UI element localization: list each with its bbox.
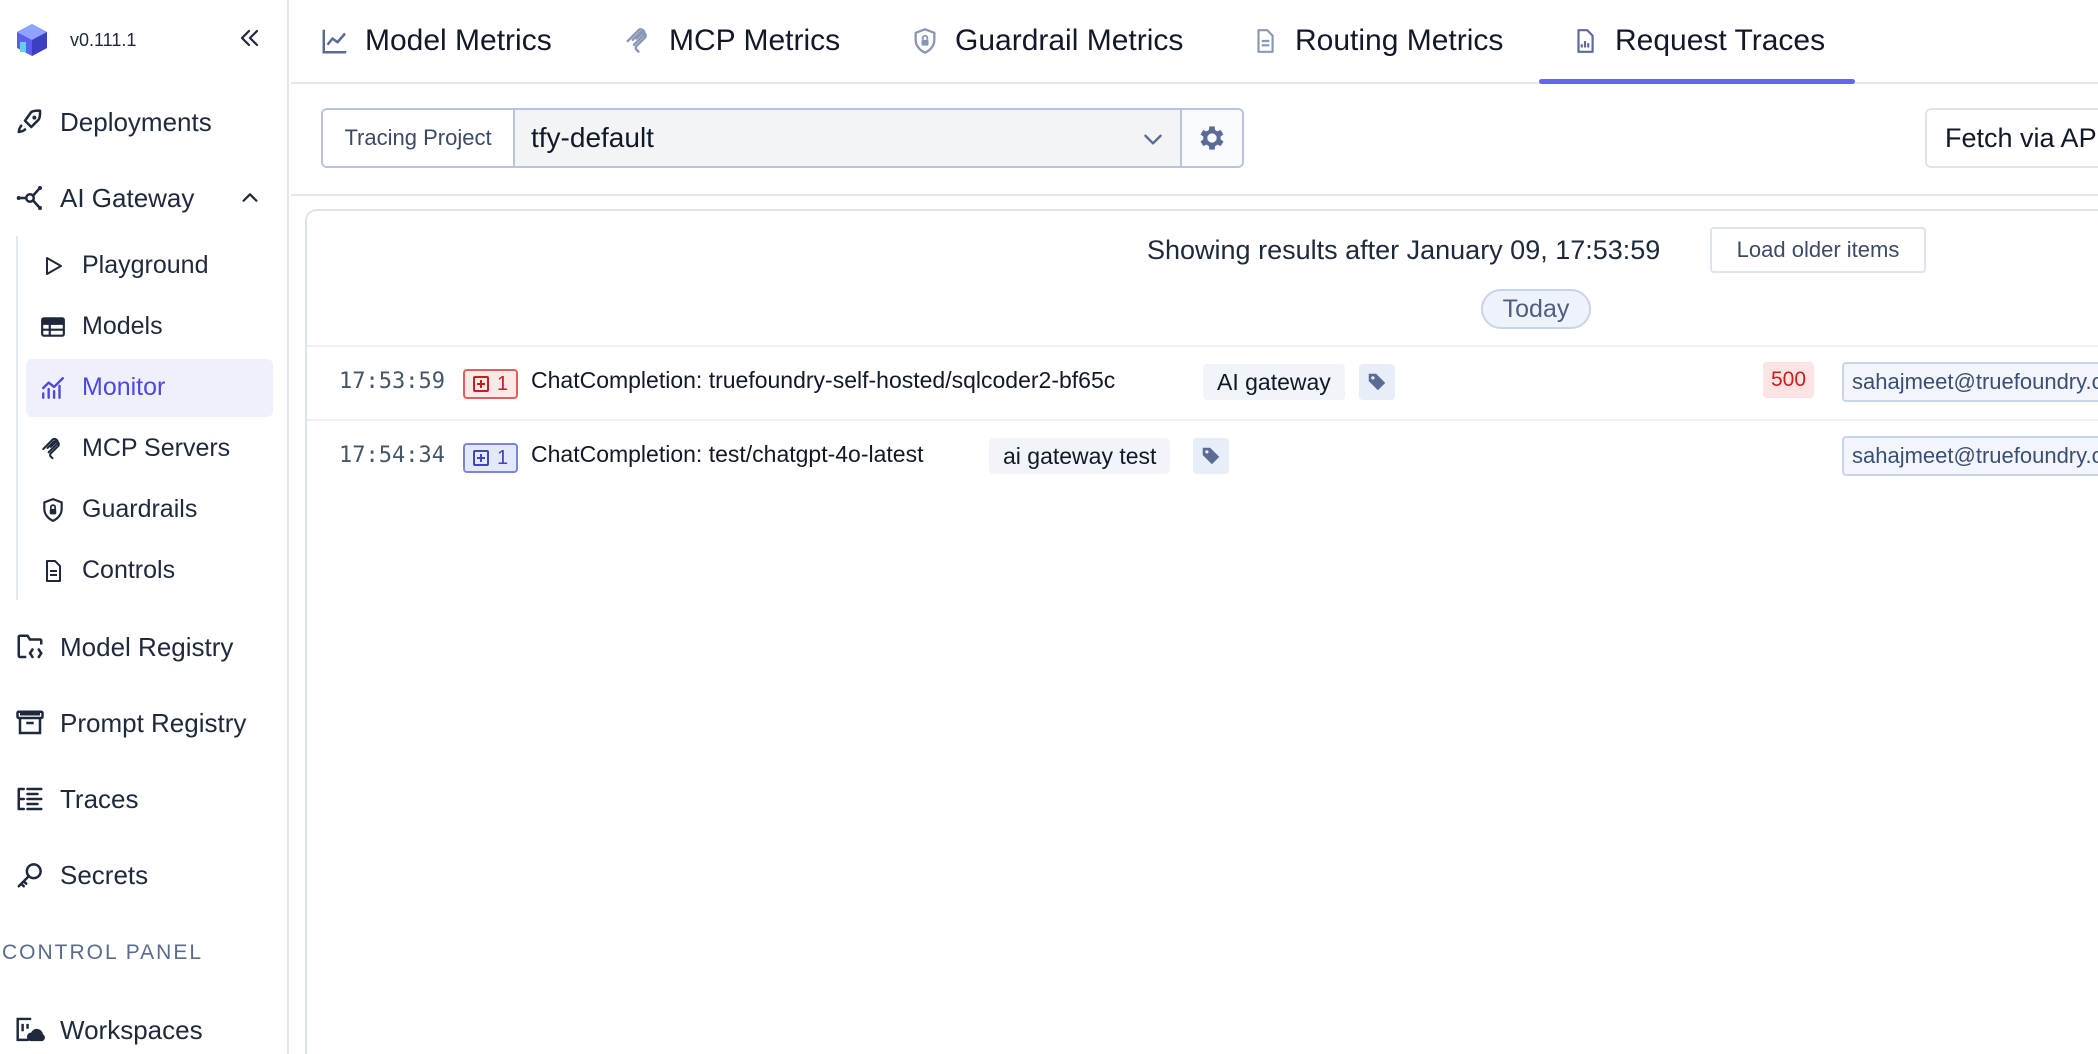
sidebar-item-label: Prompt Registry <box>60 707 247 738</box>
tracing-project-selector: Tracing Project tfy-default <box>321 108 1244 168</box>
sidebar-item-label: Deployments <box>60 106 212 137</box>
tab-label: Request Traces <box>1615 24 1826 57</box>
sidebar-item-label: Playground <box>82 251 209 279</box>
results-range-text: Showing results after January 09, 17:53:… <box>1147 235 1661 265</box>
sidebar-item-playground[interactable]: Playground <box>26 237 273 295</box>
user-badge[interactable]: sahajmeet@truefoundry.com <box>1842 436 2098 476</box>
section-label-control-panel: CONTROL PANEL <box>2 941 204 964</box>
document-icon <box>38 556 68 586</box>
tab-label: Model Metrics <box>365 24 552 57</box>
tab-guardrail-metrics[interactable]: Guardrail Metrics <box>909 0 1183 82</box>
chevron-up-icon <box>236 184 264 212</box>
metrics-tabs: Model Metrics MCP Metrics Guardrail Metr… <box>291 0 2098 84</box>
sidebar-item-label: Controls <box>82 556 176 584</box>
trace-time: 17:54:34 <box>339 443 445 468</box>
tab-label: Guardrail Metrics <box>955 24 1184 57</box>
double-chevron-left-icon <box>240 29 259 47</box>
trace-row[interactable]: 17:54:34 1 ChatCompletion: test/chatgpt-… <box>307 421 2098 493</box>
play-icon <box>38 251 68 281</box>
sidebar-item-label: Traces <box>60 783 139 814</box>
traces-panel: Showing results after January 09, 17:53:… <box>305 209 2098 1054</box>
trace-time: 17:53:59 <box>339 369 445 394</box>
sidebar-item-label: AI Gateway <box>60 182 195 213</box>
key-icon <box>14 859 46 891</box>
sidebar-item-label: Model Registry <box>60 631 234 662</box>
fetch-via-api-button[interactable]: Fetch via API <box>1925 108 2098 168</box>
expand-square-icon <box>473 450 489 466</box>
trace-tag: AI gateway <box>1203 364 1345 400</box>
span-count: 1 <box>497 446 509 469</box>
shield-icon <box>38 495 68 525</box>
folder-code-icon <box>14 631 46 663</box>
sidebar-item-label: Workspaces <box>60 1014 203 1045</box>
report-icon <box>1569 25 1601 57</box>
gateway-icon <box>14 182 46 214</box>
chart-icon <box>38 373 68 403</box>
logo-icon <box>17 24 47 56</box>
day-separator-badge: Today <box>1481 289 1591 329</box>
sidebar-item-label: Secrets <box>60 859 149 890</box>
sidebar-item-workspaces[interactable]: Workspaces <box>0 1000 289 1054</box>
table-icon <box>38 312 68 342</box>
workspace-icon <box>14 1014 46 1046</box>
trace-row[interactable]: 17:53:59 1 ChatCompletion: truefoundry-s… <box>307 347 2098 419</box>
trace-title: ChatCompletion: test/chatgpt-4o-latest <box>531 441 924 467</box>
toolbar: Tracing Project tfy-default Fetch via AP… <box>291 86 2098 196</box>
user-badge[interactable]: sahajmeet@truefoundry.com <box>1842 362 2098 402</box>
line-chart-icon <box>319 25 351 57</box>
sidebar-item-controls[interactable]: Controls <box>26 542 273 600</box>
collapse-sidebar-button[interactable] <box>234 22 266 54</box>
sidebar-item-models[interactable]: Models <box>26 298 273 356</box>
tracing-project-dropdown[interactable]: tfy-default <box>515 110 1182 166</box>
shield-icon <box>909 25 941 57</box>
mcp-icon <box>38 434 68 464</box>
chevron-down-icon <box>1144 134 1162 145</box>
tag-icon[interactable] <box>1193 438 1229 474</box>
gear-icon <box>1200 126 1224 150</box>
sidebar-item-label: Models <box>82 312 163 340</box>
brand: v0.111.1 <box>14 20 136 60</box>
sidebar-item-mcp-servers[interactable]: MCP Servers <box>26 420 273 478</box>
load-older-items-button[interactable]: Load older items <box>1710 227 1926 273</box>
trace-title: ChatCompletion: truefoundry-self-hosted/… <box>531 367 1116 393</box>
sidebar-item-traces[interactable]: Traces <box>0 769 289 829</box>
archive-icon <box>14 707 46 739</box>
sidebar-item-label: Monitor <box>82 373 166 401</box>
sidebar-item-monitor[interactable]: Monitor <box>26 359 273 417</box>
status-code-badge: 500 <box>1763 362 1815 398</box>
span-count-badge[interactable]: 1 <box>463 369 519 399</box>
sidebar-item-model-registry[interactable]: Model Registry <box>0 617 289 677</box>
sidebar-item-secrets[interactable]: Secrets <box>0 845 289 905</box>
list-tree-icon <box>14 783 46 815</box>
tab-label: Routing Metrics <box>1295 24 1504 57</box>
tab-routing-metrics[interactable]: Routing Metrics <box>1249 0 1503 82</box>
document-icon <box>1249 25 1281 57</box>
submenu-rail <box>16 236 18 600</box>
sidebar-item-label: Guardrails <box>82 495 198 523</box>
trace-tag: ai gateway test <box>989 438 1171 474</box>
tab-model-metrics[interactable]: Model Metrics <box>319 0 552 82</box>
sidebar-item-deployments[interactable]: Deployments <box>0 92 289 152</box>
project-settings-button[interactable] <box>1182 110 1242 166</box>
tracing-project-value: tfy-default <box>531 122 654 153</box>
tag-icon[interactable] <box>1359 364 1395 400</box>
sidebar-item-guardrails[interactable]: Guardrails <box>26 481 273 539</box>
mcp-icon <box>623 25 655 57</box>
tab-mcp-metrics[interactable]: MCP Metrics <box>623 0 840 82</box>
tab-label: MCP Metrics <box>669 24 841 57</box>
sidebar-item-prompt-registry[interactable]: Prompt Registry <box>0 693 289 753</box>
span-count: 1 <box>497 372 509 395</box>
sidebar-item-ai-gateway[interactable]: AI Gateway <box>0 168 289 228</box>
span-count-badge[interactable]: 1 <box>463 443 519 473</box>
tab-request-traces[interactable]: Request Traces <box>1538 0 1856 84</box>
rocket-icon <box>14 106 46 138</box>
sidebar-item-label: MCP Servers <box>82 434 231 462</box>
tracing-project-label: Tracing Project <box>323 110 515 166</box>
expand-square-icon <box>473 376 489 392</box>
sidebar: v0.111.1 Deployments AI Gateway Playgrou… <box>0 0 289 1054</box>
app-version: v0.111.1 <box>70 29 137 50</box>
